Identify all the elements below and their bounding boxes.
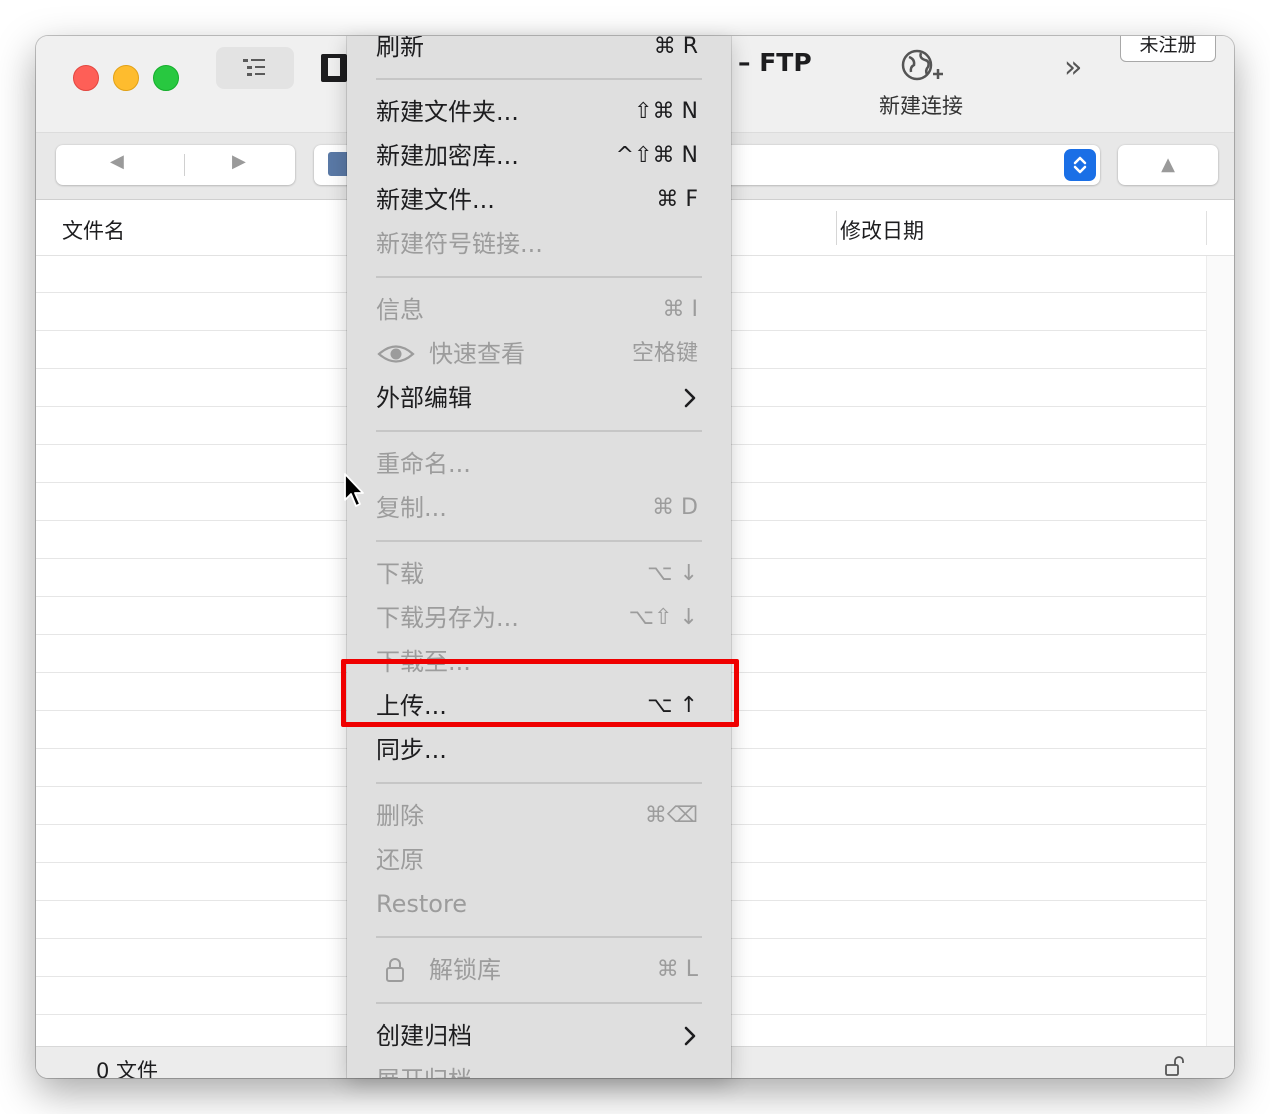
menu-item-shortcut: ⌘ D: [652, 495, 698, 520]
menu-item-label: 解锁库: [429, 956, 501, 984]
menu-item-label: Restore: [376, 890, 468, 918]
menu-item-shortcut: ⌘ F: [656, 187, 698, 212]
menu-item-shortcut: ^⇧⌘ N: [615, 143, 698, 168]
menu-item-shortcut: ⌘ L: [656, 957, 698, 982]
menu-separator: [376, 1002, 702, 1004]
menu-item-expand-archive: 展开归档: [347, 1060, 731, 1078]
file-count: 0 文件: [96, 1059, 159, 1078]
outline-list-icon: [243, 59, 265, 76]
popup-stepper-icon[interactable]: [1064, 149, 1096, 181]
menu-item-shortcut: ⌘⌫: [644, 803, 698, 828]
column-modified-date[interactable]: 修改日期: [840, 215, 924, 245]
bookmark-icon[interactable]: [321, 54, 347, 82]
minimize-window-button[interactable]: [113, 65, 139, 91]
menu-item-label: 同步...: [376, 736, 447, 764]
mouse-pointer-icon: [344, 473, 364, 507]
menu-item-synchronize[interactable]: 同步...: [347, 730, 731, 770]
menu-item-label: 新建文件夹...: [376, 98, 519, 126]
menu-item-download-as: 下载另存为... ⌥⇧ ↓: [347, 598, 731, 638]
new-connection-button[interactable]: 新建连接: [856, 48, 986, 128]
menu-item-delete: 删除 ⌘⌫: [347, 796, 731, 836]
menu-item-shortcut: ⌘ R: [653, 36, 698, 59]
eye-icon: [377, 345, 415, 363]
menu-item-label: 新建符号链接...: [376, 230, 543, 258]
menu-item-download: 下载 ⌥ ↓: [347, 554, 731, 594]
menu-item-restore: Restore: [347, 884, 731, 924]
menu-item-revert: 还原: [347, 840, 731, 880]
menu-item-label: 新建文件...: [376, 186, 495, 214]
menu-separator: [376, 430, 702, 432]
unregistered-button[interactable]: 未注册: [1120, 36, 1216, 62]
context-menu: 刷新 ⌘ R 新建文件夹... ⇧⌘ N 新建加密库... ^⇧⌘ N 新建文件…: [347, 36, 731, 1078]
menu-item-label: 创建归档: [376, 1022, 472, 1050]
column-divider[interactable]: [836, 211, 837, 245]
forward-arrow-icon[interactable]: ▶: [232, 151, 246, 172]
nav-divider: [184, 154, 185, 176]
menu-item-quick-look: 快速查看 空格键: [347, 334, 731, 374]
menu-item-label: 新建加密库...: [376, 142, 519, 170]
menu-item-shortcut: 空格键: [631, 341, 698, 366]
menu-item-shortcut: ⌘ I: [662, 297, 698, 322]
menu-item-label: 还原: [376, 846, 424, 874]
menu-item-label: 快速查看: [429, 340, 525, 368]
outline-view-button[interactable]: [216, 47, 294, 89]
upload-highlight-box: [341, 659, 739, 727]
menu-separator: [376, 936, 702, 938]
close-window-button[interactable]: [73, 65, 99, 91]
menu-item-label: 展开归档: [376, 1060, 472, 1078]
chevron-right-icon: [684, 388, 696, 408]
menu-item-new-file[interactable]: 新建文件... ⌘ F: [347, 180, 731, 220]
back-arrow-icon[interactable]: ◀: [110, 151, 124, 172]
new-connection-label: 新建连接: [879, 94, 963, 118]
maximize-window-button[interactable]: [153, 65, 179, 91]
menu-separator: [376, 276, 702, 278]
menu-item-unlock-vault: 解锁库 ⌘ L: [347, 950, 731, 990]
menu-item-create-archive[interactable]: 创建归档: [347, 1016, 731, 1056]
column-filename[interactable]: 文件名: [62, 215, 125, 245]
scrollbar-gutter[interactable]: [1206, 256, 1234, 1046]
menu-item-label: 复制...: [376, 494, 447, 522]
menu-separator: [376, 78, 702, 80]
history-navigation: ◀ ▶: [56, 145, 295, 185]
menu-item-info: 信息 ⌘ I: [347, 290, 731, 330]
globe-plus-icon: [901, 49, 943, 81]
menu-item-duplicate: 复制... ⌘ D: [347, 488, 731, 528]
menu-separator: [376, 782, 702, 784]
menu-item-external-edit[interactable]: 外部编辑: [347, 378, 731, 418]
toolbar-overflow-icon[interactable]: »: [1064, 50, 1082, 85]
menu-item-rename: 重命名...: [347, 444, 731, 484]
chevron-right-icon: [684, 1026, 696, 1046]
menu-item-label: 外部编辑: [376, 384, 472, 412]
menu-item-label: 信息: [376, 296, 424, 324]
window-title: – FTP: [738, 48, 812, 77]
menu-separator: [376, 540, 702, 542]
menu-item-new-vault[interactable]: 新建加密库... ^⇧⌘ N: [347, 136, 731, 176]
menu-item-shortcut: ⌥⇧ ↓: [628, 605, 698, 630]
menu-item-label: 刷新: [376, 36, 424, 61]
menu-item-shortcut: ⌥ ↓: [647, 561, 698, 586]
parent-folder-button[interactable]: ▲: [1118, 145, 1218, 185]
unlocked-padlock-icon[interactable]: [1164, 1055, 1186, 1077]
menu-item-new-folder[interactable]: 新建文件夹... ⇧⌘ N: [347, 92, 731, 132]
menu-item-refresh[interactable]: 刷新 ⌘ R: [347, 36, 731, 67]
lock-icon: [386, 958, 404, 982]
column-divider[interactable]: [1206, 211, 1207, 245]
menu-item-new-symlink: 新建符号链接...: [347, 224, 731, 264]
menu-item-label: 下载: [376, 560, 424, 588]
menu-item-label: 删除: [376, 802, 424, 830]
menu-item-label: 重命名...: [376, 450, 471, 478]
menu-item-label: 下载另存为...: [376, 604, 519, 632]
menu-item-shortcut: ⇧⌘ N: [634, 99, 698, 124]
